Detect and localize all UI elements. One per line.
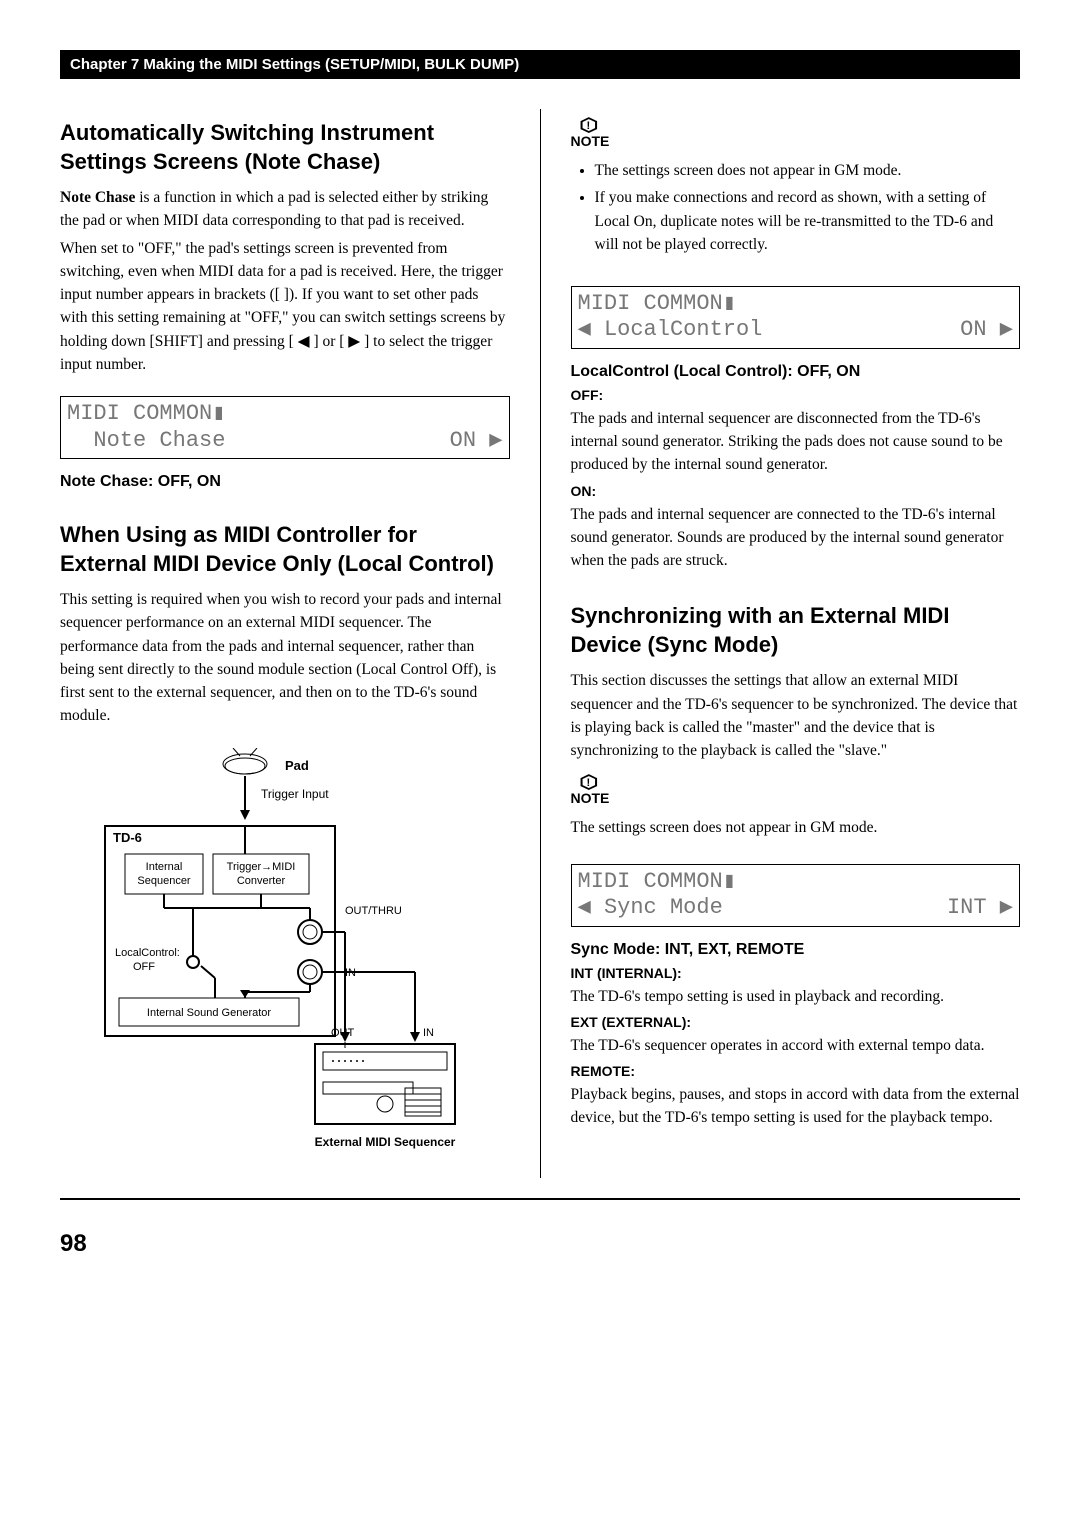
note-chase-detail: When set to "OFF," the pad's settings sc… — [60, 237, 510, 377]
bullet-2: If you make connections and record as sh… — [595, 186, 1021, 256]
lcd-text-right: ON ▶ — [450, 428, 503, 454]
lcd-local-control: MIDI COMMON▮ ◀ LocalControl ON ▶ — [571, 286, 1021, 349]
off-text: The pads and internal sequencer are disc… — [571, 407, 1021, 477]
lcd-text: MIDI COMMON▮ — [578, 291, 736, 317]
ext-text: The TD-6's sequencer operates in accord … — [571, 1034, 1021, 1057]
right-column: NOTE The settings screen does not appear… — [571, 109, 1021, 1178]
lcd-text-right: ON ▶ — [960, 317, 1013, 343]
lcd-note-chase: MIDI COMMON▮ Note Chase ON ▶ — [60, 396, 510, 459]
lcd-text: MIDI COMMON▮ — [67, 401, 225, 427]
local-control-intro: This setting is required when you wish t… — [60, 588, 510, 728]
subhead-sync-mode: Sync Mode: INT, EXT, REMOTE — [571, 941, 1021, 959]
bullet-1: The settings screen does not appear in G… — [595, 159, 1021, 182]
left-column: Automatically Switching Instrument Setti… — [60, 109, 510, 1178]
label-int-seq-1: Internal — [145, 861, 182, 873]
label-pad: Pad — [285, 758, 309, 773]
remote-text: Playback begins, pauses, and stops in ac… — [571, 1083, 1021, 1130]
page-number: 98 — [60, 1230, 1020, 1258]
lcd-row2: Note Chase ON ▶ — [67, 428, 503, 454]
heading-local-control: When Using as MIDI Controller for Extern… — [60, 521, 510, 578]
label-int-seq-2: Sequencer — [137, 875, 191, 887]
int-text: The TD-6's tempo setting is used in play… — [571, 985, 1021, 1008]
label-ext-seq: External MIDI Sequencer — [314, 1135, 455, 1149]
signal-flow-diagram: Pad Trigger Input TD-6 Internal Sequence… — [60, 748, 510, 1168]
remote-label: REMOTE: — [571, 1063, 1021, 1079]
chapter-header: Chapter 7 Making the MIDI Settings (SETU… — [60, 50, 1020, 79]
lcd-row1: MIDI COMMON▮ — [578, 291, 1014, 317]
label-conv-1: Trigger→MIDI — [226, 861, 295, 873]
ext-label: EXT (EXTERNAL): — [571, 1014, 1021, 1030]
label-lc-1: LocalControl: — [115, 947, 180, 959]
label-conv-2: Converter — [237, 875, 286, 887]
label-lc-2: OFF — [133, 961, 155, 973]
sync-intro: This section discusses the settings that… — [571, 669, 1021, 762]
lcd-row1: MIDI COMMON▮ — [578, 869, 1014, 895]
lcd-text-left: ◀ LocalControl — [578, 317, 763, 343]
lcd-row2: ◀ Sync Mode INT ▶ — [578, 895, 1014, 921]
lcd-text-left: Note Chase — [67, 428, 225, 454]
lcd-text-right: INT ▶ — [947, 895, 1013, 921]
heading-note-chase: Automatically Switching Instrument Setti… — [60, 119, 510, 176]
note-icon-2: NOTE — [571, 776, 610, 806]
label-td6: TD-6 — [113, 830, 142, 845]
label-out-thru: OUT/THRU — [345, 905, 402, 917]
label-trigger-input: Trigger Input — [261, 787, 329, 801]
lcd-text: MIDI COMMON▮ — [578, 869, 736, 895]
subhead-note-chase: Note Chase: OFF, ON — [60, 473, 510, 491]
note-icon: NOTE — [571, 119, 610, 149]
label-out2: OUT — [331, 1027, 355, 1039]
int-label: INT (INTERNAL): — [571, 965, 1021, 981]
heading-sync-mode: Synchronizing with an External MIDI Devi… — [571, 602, 1021, 659]
note-chase-term: Note Chase — [60, 189, 135, 206]
lcd-row2: ◀ LocalControl ON ▶ — [578, 317, 1014, 343]
column-divider — [540, 109, 541, 1178]
lcd-sync-mode: MIDI COMMON▮ ◀ Sync Mode INT ▶ — [571, 864, 1021, 927]
note-bullets: The settings screen does not appear in G… — [571, 159, 1021, 256]
lcd-text-left: ◀ Sync Mode — [578, 895, 723, 921]
sync-note-text: The settings screen does not appear in G… — [571, 816, 1021, 839]
on-text: The pads and internal sequencer are conn… — [571, 503, 1021, 573]
off-label: OFF: — [571, 387, 1021, 403]
label-isg: Internal Sound Generator — [147, 1007, 271, 1019]
on-label: ON: — [571, 483, 1021, 499]
footer-rule: 98 — [60, 1198, 1020, 1258]
label-in2: IN — [423, 1027, 434, 1039]
note-chase-intro: Note Chase is a function in which a pad … — [60, 186, 510, 233]
subhead-local-control: LocalControl (Local Control): OFF, ON — [571, 363, 1021, 381]
lcd-row1: MIDI COMMON▮ — [67, 401, 503, 427]
